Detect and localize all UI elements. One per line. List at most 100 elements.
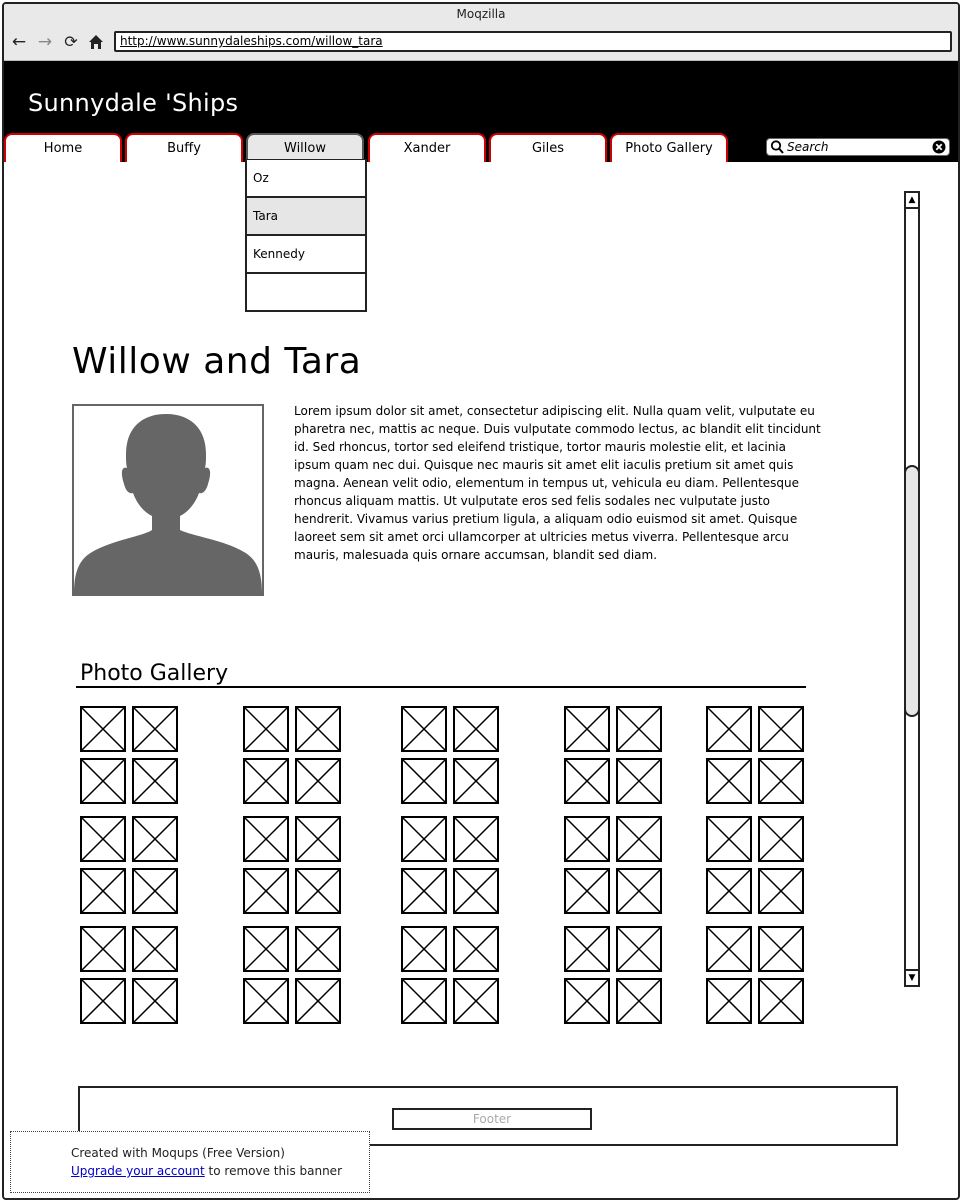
dropdown-item-empty[interactable]	[247, 274, 365, 310]
image-placeholder-icon[interactable]	[564, 868, 610, 914]
site-header: Sunnydale 'Ships Home Buffy Willow Xande…	[4, 61, 958, 162]
site-title: Sunnydale 'Ships	[28, 89, 239, 117]
address-bar[interactable]: http://www.sunnydaleships.com/willow_tar…	[114, 31, 952, 52]
image-placeholder-icon[interactable]	[706, 978, 752, 1024]
scrollbar-thumb[interactable]	[904, 465, 920, 717]
image-placeholder-icon[interactable]	[758, 758, 804, 804]
image-placeholder-icon[interactable]	[80, 926, 126, 972]
image-placeholder-icon[interactable]	[758, 816, 804, 862]
image-placeholder-icon[interactable]	[295, 706, 341, 752]
image-placeholder-icon[interactable]	[243, 868, 289, 914]
body-text: Lorem ipsum dolor sit amet, consectetur …	[294, 404, 821, 562]
tab-home[interactable]: Home	[4, 133, 122, 162]
gallery-heading: Photo Gallery	[80, 661, 229, 686]
image-placeholder-icon[interactable]	[295, 926, 341, 972]
image-placeholder-icon[interactable]	[295, 758, 341, 804]
forward-arrow-icon[interactable]: →	[34, 32, 56, 52]
dropdown-item-kennedy[interactable]: Kennedy	[247, 236, 365, 274]
search-input[interactable]	[787, 139, 927, 155]
image-placeholder-icon[interactable]	[80, 706, 126, 752]
footer-label: Footer	[392, 1108, 592, 1130]
image-placeholder-icon[interactable]	[401, 706, 447, 752]
image-placeholder-icon[interactable]	[564, 706, 610, 752]
banner-suffix: to remove this banner	[204, 1164, 343, 1178]
dropdown-item-oz[interactable]: Oz	[247, 160, 365, 198]
image-placeholder-icon[interactable]	[80, 868, 126, 914]
image-placeholder-icon[interactable]	[616, 706, 662, 752]
tab-photo-gallery[interactable]: Photo Gallery	[610, 133, 728, 162]
image-placeholder-icon[interactable]	[564, 978, 610, 1024]
image-placeholder-icon[interactable]	[758, 868, 804, 914]
tab-giles[interactable]: Giles	[489, 133, 607, 162]
image-placeholder-icon[interactable]	[401, 868, 447, 914]
browser-window: Moqzilla ← → ⟳ http://www.sunnydaleships…	[2, 2, 960, 1200]
upgrade-account-link[interactable]: Upgrade your account	[71, 1164, 205, 1178]
image-placeholder-icon[interactable]	[401, 926, 447, 972]
image-placeholder-icon[interactable]	[616, 816, 662, 862]
back-arrow-icon[interactable]: ←	[8, 32, 30, 52]
image-placeholder-icon[interactable]	[243, 978, 289, 1024]
image-placeholder-icon[interactable]	[706, 926, 752, 972]
image-placeholder-icon[interactable]	[243, 706, 289, 752]
image-placeholder-icon[interactable]	[564, 816, 610, 862]
image-placeholder-icon[interactable]	[401, 758, 447, 804]
image-placeholder-icon[interactable]	[295, 978, 341, 1024]
window-title: Moqzilla	[456, 7, 506, 21]
avatar	[72, 404, 264, 596]
image-placeholder-icon[interactable]	[80, 758, 126, 804]
image-placeholder-icon[interactable]	[80, 978, 126, 1024]
image-placeholder-icon[interactable]	[564, 758, 610, 804]
home-icon[interactable]	[85, 32, 107, 52]
image-placeholder-icon[interactable]	[453, 816, 499, 862]
image-placeholder-icon[interactable]	[243, 926, 289, 972]
image-placeholder-icon[interactable]	[132, 868, 178, 914]
image-placeholder-icon[interactable]	[401, 816, 447, 862]
image-placeholder-icon[interactable]	[453, 978, 499, 1024]
image-placeholder-icon[interactable]	[453, 758, 499, 804]
scroll-up-arrow-icon[interactable]: ▲	[906, 193, 918, 209]
tab-xander[interactable]: Xander	[368, 133, 486, 162]
image-placeholder-icon[interactable]	[616, 926, 662, 972]
scroll-down-arrow-icon[interactable]: ▼	[906, 969, 918, 985]
image-placeholder-icon[interactable]	[295, 816, 341, 862]
image-placeholder-icon[interactable]	[132, 978, 178, 1024]
image-placeholder-icon[interactable]	[132, 926, 178, 972]
search-icon	[770, 140, 784, 154]
image-placeholder-icon[interactable]	[243, 816, 289, 862]
clear-icon[interactable]	[932, 140, 946, 154]
tab-buffy[interactable]: Buffy	[125, 133, 243, 162]
image-placeholder-icon[interactable]	[243, 758, 289, 804]
reload-icon[interactable]: ⟳	[60, 32, 82, 52]
image-placeholder-icon[interactable]	[295, 868, 341, 914]
image-placeholder-icon[interactable]	[758, 706, 804, 752]
page-title: Willow and Tara	[72, 341, 362, 382]
image-placeholder-icon[interactable]	[132, 706, 178, 752]
image-placeholder-icon[interactable]	[758, 926, 804, 972]
image-placeholder-icon[interactable]	[80, 816, 126, 862]
image-placeholder-icon[interactable]	[132, 758, 178, 804]
person-silhouette-icon	[74, 414, 262, 594]
willow-dropdown-menu: Oz Tara Kennedy	[245, 159, 367, 312]
scrollbar[interactable]: ▲ ▼	[904, 191, 920, 987]
image-placeholder-icon[interactable]	[706, 758, 752, 804]
image-placeholder-icon[interactable]	[706, 816, 752, 862]
image-placeholder-icon[interactable]	[453, 926, 499, 972]
moqups-banner: Created with Moqups (Free Version) Upgra…	[10, 1131, 370, 1193]
image-placeholder-icon[interactable]	[616, 758, 662, 804]
image-placeholder-icon[interactable]	[401, 978, 447, 1024]
image-placeholder-icon[interactable]	[453, 706, 499, 752]
image-placeholder-icon[interactable]	[706, 706, 752, 752]
gallery-divider	[76, 686, 806, 688]
image-placeholder-icon[interactable]	[616, 978, 662, 1024]
image-placeholder-icon[interactable]	[453, 868, 499, 914]
search-box	[766, 138, 950, 156]
image-placeholder-icon[interactable]	[706, 868, 752, 914]
tab-willow[interactable]: Willow	[246, 133, 364, 162]
banner-upgrade-line: Upgrade your account to remove this bann…	[71, 1164, 342, 1178]
dropdown-item-tara[interactable]: Tara	[247, 198, 365, 236]
browser-chrome: Moqzilla ← → ⟳ http://www.sunnydaleships…	[4, 4, 958, 61]
image-placeholder-icon[interactable]	[758, 978, 804, 1024]
image-placeholder-icon[interactable]	[616, 868, 662, 914]
image-placeholder-icon[interactable]	[132, 816, 178, 862]
image-placeholder-icon[interactable]	[564, 926, 610, 972]
